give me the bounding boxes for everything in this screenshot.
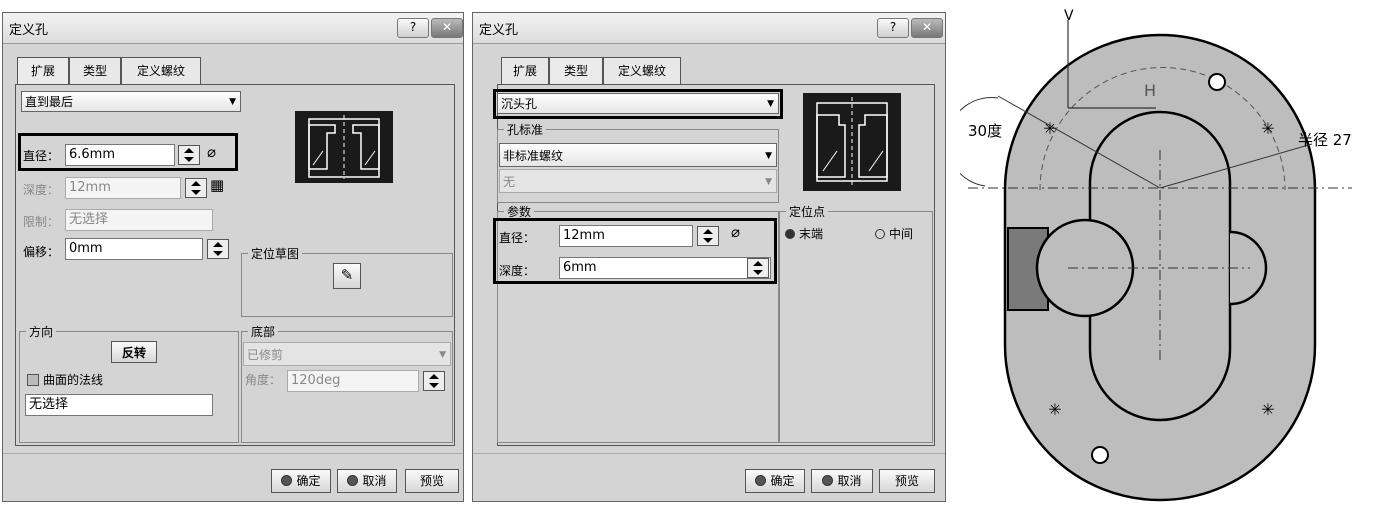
- offset-label: 偏移：: [23, 245, 60, 259]
- dialog-title: 定义孔: [479, 23, 519, 38]
- title-bar: 定义孔 ? ✕: [473, 13, 945, 44]
- point-marker-icon: ✳: [1043, 119, 1056, 138]
- diameter-label: 直径：: [499, 231, 536, 245]
- title-bar: 定义孔 ? ✕: [3, 13, 463, 44]
- bottom-group-title: 底部: [248, 323, 279, 340]
- sketch-icon: ✎: [340, 266, 354, 284]
- anchor-end-radio[interactable]: [785, 229, 795, 239]
- bottom-type-select[interactable]: 已修剪 ▼: [243, 342, 451, 366]
- cancel-icon: [822, 475, 834, 486]
- point-marker-icon: ✳: [1048, 400, 1061, 419]
- footer-separator: [473, 453, 945, 454]
- depth-spinner[interactable]: [185, 178, 207, 198]
- anchor-end-label: 末端: [799, 227, 824, 241]
- mounting-hole-bottom: [1091, 446, 1109, 464]
- cad-part-drawing: V H 30度 半径 27 ✳ ✳ ✳ ✳: [960, 8, 1352, 502]
- diameter-input[interactable]: 6.6mm: [65, 144, 175, 166]
- angle-label: 角度：: [245, 373, 282, 387]
- tab-type[interactable]: 类型: [549, 57, 603, 86]
- tab-thread[interactable]: 定义螺纹: [121, 57, 201, 85]
- ok-button[interactable]: 确定: [271, 469, 331, 493]
- normal-input[interactable]: 无选择: [25, 394, 213, 416]
- standard-select[interactable]: 非标准螺纹 ▼: [499, 143, 777, 167]
- ok-icon: [755, 475, 767, 486]
- sketch-group-title: 定位草图: [248, 245, 303, 262]
- circle-lobe: [1035, 218, 1135, 318]
- preview-button[interactable]: 预览: [405, 469, 459, 493]
- close-button[interactable]: ✕: [431, 18, 463, 38]
- radius-dimension-label: 半径 27: [1298, 131, 1352, 149]
- limit-label: 限制：: [23, 215, 60, 229]
- ok-button[interactable]: 确定: [745, 469, 805, 493]
- tab-extension[interactable]: 扩展: [501, 57, 549, 85]
- anchor-middle-radio[interactable]: [875, 229, 885, 239]
- tab-extension[interactable]: 扩展: [17, 57, 69, 86]
- angle-dimension-label: 30度: [968, 122, 1002, 140]
- direction-group-title: 方向: [26, 323, 57, 340]
- cancel-icon: [347, 475, 359, 486]
- point-marker-icon: ✳: [1261, 400, 1274, 419]
- depth-label: 深度：: [23, 183, 60, 197]
- h-axis-label: H: [1144, 81, 1156, 100]
- counterbore-section-icon: [816, 97, 888, 187]
- angle-arc: [960, 97, 999, 187]
- mounting-hole-top: [1208, 73, 1226, 91]
- angle-input[interactable]: 120deg: [287, 370, 419, 392]
- diameter-input[interactable]: 12mm: [559, 225, 693, 247]
- offset-input[interactable]: 0mm: [65, 238, 203, 260]
- help-button[interactable]: ?: [397, 18, 429, 38]
- depth-input[interactable]: 6mm: [559, 257, 771, 279]
- define-hole-dialog-extension: 定义孔 ? ✕ 扩展 类型 定义螺纹 直到最后 ▼ 直径： 6.6mm ⌀ 深度：…: [2, 12, 464, 502]
- diameter-spinner[interactable]: [697, 226, 719, 246]
- anchor-middle-label: 中间: [889, 227, 914, 241]
- depth-input[interactable]: 12mm: [65, 177, 181, 199]
- depth-type-icon[interactable]: ▦: [210, 176, 224, 194]
- footer-separator: [3, 453, 463, 454]
- anchor-group: 定位点: [779, 203, 933, 443]
- point-marker-icon: ✳: [1261, 119, 1274, 138]
- ok-icon: [281, 475, 293, 486]
- diameter-icon[interactable]: ⌀: [207, 143, 216, 161]
- cancel-button[interactable]: 取消: [811, 469, 873, 493]
- limit-input[interactable]: 无选择: [65, 209, 213, 231]
- standard-sub-select[interactable]: 无 ▼: [499, 169, 777, 193]
- hole-section-icon: [308, 115, 380, 179]
- angle-spinner[interactable]: [423, 371, 445, 391]
- v-axis-label: V: [1064, 8, 1074, 24]
- cancel-button[interactable]: 取消: [337, 469, 397, 493]
- diameter-spinner[interactable]: [178, 145, 200, 165]
- tab-thread[interactable]: 定义螺纹: [603, 57, 681, 85]
- define-hole-dialog-type: 定义孔 ? ✕ 扩展 类型 定义螺纹 沉头孔 ▼ 孔标准 非标准螺纹 ▼ 无 ▼ 参数…: [472, 12, 946, 502]
- extension-type-select[interactable]: 直到最后 ▼: [21, 91, 241, 112]
- close-button[interactable]: ✕: [911, 18, 943, 38]
- offset-spinner[interactable]: [207, 239, 229, 259]
- depth-label: 深度：: [499, 264, 536, 278]
- dialog-title: 定义孔: [9, 23, 49, 38]
- help-button[interactable]: ?: [877, 18, 909, 38]
- hole-preview-image: [295, 111, 393, 183]
- reverse-button[interactable]: 反转: [111, 341, 157, 363]
- tab-type[interactable]: 类型: [69, 57, 121, 85]
- diameter-label: 直径：: [23, 149, 60, 163]
- hole-type-select[interactable]: 沉头孔 ▼: [497, 93, 779, 114]
- normal-checkbox[interactable]: [27, 374, 39, 386]
- normal-label: 曲面的法线: [43, 373, 104, 387]
- depth-spinner[interactable]: [747, 258, 769, 278]
- sketch-button[interactable]: ✎: [333, 263, 361, 289]
- hole-preview-image: [803, 93, 901, 191]
- standard-group-title: 孔标准: [504, 121, 547, 138]
- diameter-icon[interactable]: ⌀: [731, 223, 740, 241]
- anchor-group-title: 定位点: [786, 203, 829, 220]
- preview-button[interactable]: 预览: [879, 469, 935, 493]
